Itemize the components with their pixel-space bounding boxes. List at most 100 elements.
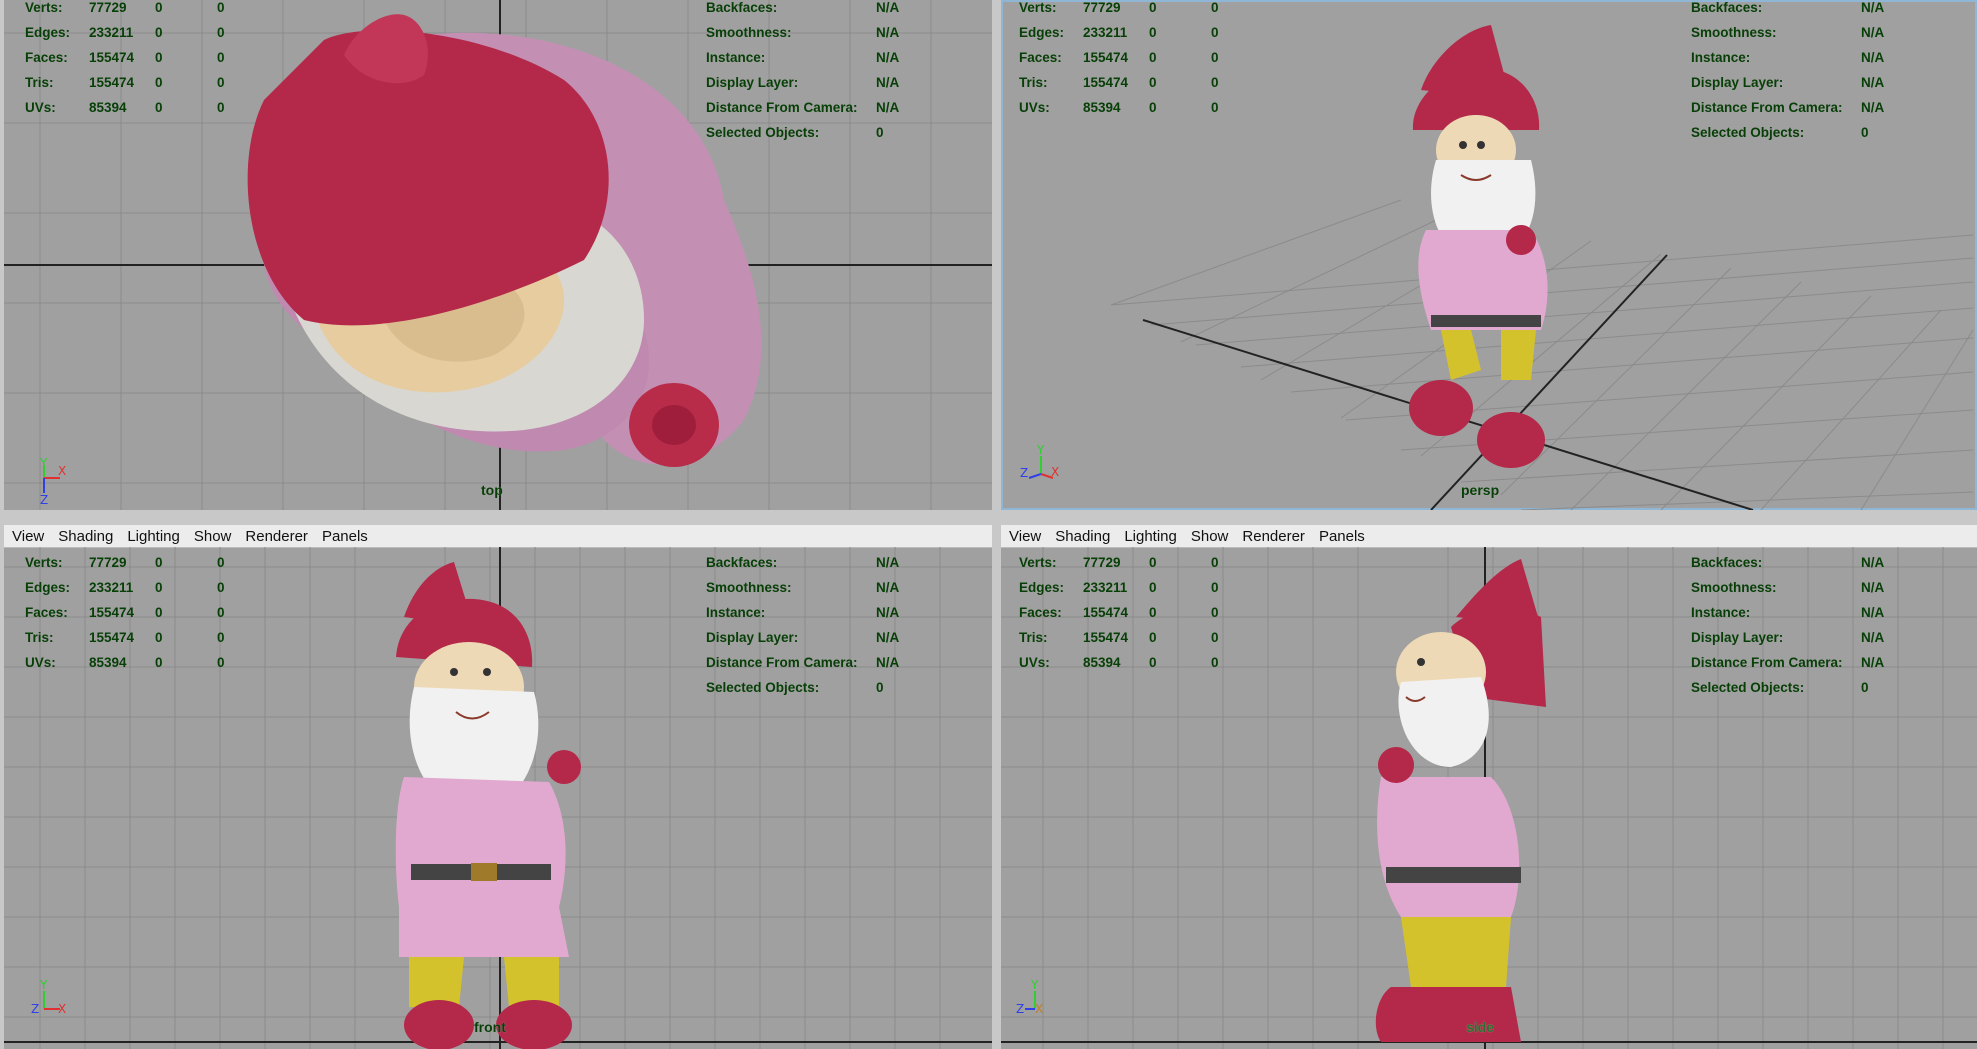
hud-stat-value: 85394 xyxy=(1083,655,1121,670)
hud-info-value: N/A xyxy=(1861,100,1885,115)
hud-info-row: Backfaces: N/A xyxy=(706,0,966,20)
viewport-top[interactable]: top Y X Z Verts: 77729 0 0 Edges: 233211 0 0 Fac… xyxy=(4,0,992,510)
hud-info-label: Distance From Camera: xyxy=(1691,655,1843,670)
hud-info-row: Distance From Camera: N/A xyxy=(706,95,966,120)
viewport-side[interactable]: View Shading Lighting Show Renderer Pane… xyxy=(1001,525,1977,1049)
hud-stat-value: 233211 xyxy=(1083,25,1128,40)
hud-info-label: Selected Objects: xyxy=(1691,680,1805,695)
menu-panels[interactable]: Panels xyxy=(322,528,368,545)
hud-stat-row: Edges: 233211 0 0 xyxy=(1019,20,1279,45)
menu-lighting[interactable]: Lighting xyxy=(1124,528,1177,545)
hud-stat-selected: 0 xyxy=(155,25,163,40)
menu-renderer[interactable]: Renderer xyxy=(245,528,308,545)
hud-stat-label: Tris: xyxy=(25,630,54,645)
hud-stat-component: 0 xyxy=(217,0,225,15)
hud-info-label: Smoothness: xyxy=(706,580,792,595)
hud-stat-row: Verts: 77729 0 0 xyxy=(1019,550,1279,575)
hud-stat-label: Edges: xyxy=(25,580,71,595)
hud-stat-value: 155474 xyxy=(89,605,135,620)
gnome-front-view xyxy=(395,562,581,1049)
hud-stat-selected: 0 xyxy=(1149,555,1157,570)
hud-info-label: Display Layer: xyxy=(1691,75,1784,90)
hud-stat-component: 0 xyxy=(217,555,225,570)
perspective-grid xyxy=(1110,199,1974,510)
hud-stat-component: 0 xyxy=(1211,605,1219,620)
hud-info-label: Backfaces: xyxy=(706,555,778,570)
hud-stat-value: 77729 xyxy=(89,555,127,570)
hud-info-value: 0 xyxy=(876,125,884,140)
hud-stat-selected: 0 xyxy=(1149,75,1157,90)
hud-stat-value: 233211 xyxy=(89,25,134,40)
hud-info-value: N/A xyxy=(876,25,900,40)
hud-info-value: N/A xyxy=(1861,0,1885,15)
hud-info-value: N/A xyxy=(876,0,900,15)
hud-stat-label: Faces: xyxy=(1019,50,1062,65)
svg-text:X: X xyxy=(1035,1002,1043,1016)
hud-info-value: N/A xyxy=(1861,50,1885,65)
axis-indicator-icon: Y Z X xyxy=(1016,978,1043,1016)
hud-info-value: N/A xyxy=(876,605,900,620)
hud-info-value: N/A xyxy=(1861,630,1885,645)
gnome-top-view xyxy=(247,14,762,467)
hud-stat-selected: 0 xyxy=(155,100,163,115)
menu-view[interactable]: View xyxy=(12,528,44,545)
hud-stat-component: 0 xyxy=(1211,630,1219,645)
hud-info-value: N/A xyxy=(1861,605,1885,620)
hud-stat-value: 85394 xyxy=(89,100,127,115)
menu-shading[interactable]: Shading xyxy=(1055,528,1110,545)
hud-stat-row: Faces: 155474 0 0 xyxy=(1019,45,1279,70)
viewport-persp[interactable]: persp Y Z X Verts: 77729 0 0 Edges: 233211 0 0 F… xyxy=(1001,0,1977,510)
hud-info-label: Backfaces: xyxy=(706,0,778,15)
hud-stat-row: Tris: 155474 0 0 xyxy=(1019,70,1279,95)
object-info-hud: Backfaces: N/A Smoothness: N/A Instance: N/A D… xyxy=(1691,550,1951,700)
menu-lighting[interactable]: Lighting xyxy=(127,528,180,545)
hud-info-value: N/A xyxy=(1861,555,1885,570)
hud-stat-component: 0 xyxy=(1211,75,1219,90)
menu-renderer[interactable]: Renderer xyxy=(1242,528,1305,545)
menu-shading[interactable]: Shading xyxy=(58,528,113,545)
hud-stat-selected: 0 xyxy=(155,555,163,570)
hud-stat-row: Verts: 77729 0 0 xyxy=(1019,0,1279,20)
hud-stat-component: 0 xyxy=(217,50,225,65)
svg-text:Y: Y xyxy=(1036,443,1045,457)
hud-info-label: Selected Objects: xyxy=(706,680,820,695)
hud-stat-component: 0 xyxy=(1211,100,1219,115)
svg-text:Y: Y xyxy=(39,456,48,470)
hud-stat-row: Verts: 77729 0 0 xyxy=(25,0,285,20)
hud-info-row: Instance: N/A xyxy=(1691,600,1951,625)
poly-count-hud: Verts: 77729 0 0 Edges: 233211 0 0 Faces: 155474 0… xyxy=(25,0,285,120)
poly-count-hud: Verts: 77729 0 0 Edges: 233211 0 0 Faces: 155474 0… xyxy=(1019,550,1279,675)
hud-stat-label: Faces: xyxy=(1019,605,1062,620)
viewport-label-side: side xyxy=(1466,1019,1495,1035)
hud-stat-row: Tris: 155474 0 0 xyxy=(1019,625,1279,650)
hud-stat-component: 0 xyxy=(1211,50,1219,65)
svg-text:Z: Z xyxy=(1020,466,1028,480)
hud-info-row: Backfaces: N/A xyxy=(1691,0,1951,20)
hud-info-value: N/A xyxy=(876,50,900,65)
viewport-front[interactable]: View Shading Lighting Show Renderer Pane… xyxy=(4,525,992,1049)
hud-stat-value: 77729 xyxy=(89,0,127,15)
hud-stat-component: 0 xyxy=(217,25,225,40)
hud-info-value: N/A xyxy=(1861,655,1885,670)
hud-stat-value: 155474 xyxy=(1083,50,1129,65)
hud-info-row: Backfaces: N/A xyxy=(706,550,966,575)
gnome-persp-view xyxy=(1409,25,1548,468)
hud-stat-row: UVs: 85394 0 0 xyxy=(1019,95,1279,120)
hud-stat-selected: 0 xyxy=(1149,0,1157,15)
hud-info-label: Backfaces: xyxy=(1691,0,1763,15)
hud-stat-component: 0 xyxy=(1211,25,1219,40)
viewport-label-persp: persp xyxy=(1461,482,1500,498)
hud-stat-label: Verts: xyxy=(25,555,63,570)
hud-stat-label: Verts: xyxy=(1019,0,1057,15)
hud-info-label: Instance: xyxy=(706,605,766,620)
hud-info-row: Smoothness: N/A xyxy=(706,575,966,600)
menu-panels[interactable]: Panels xyxy=(1319,528,1365,545)
hud-info-value: N/A xyxy=(1861,75,1885,90)
menu-show[interactable]: Show xyxy=(194,528,232,545)
menu-show[interactable]: Show xyxy=(1191,528,1229,545)
hud-stat-row: UVs: 85394 0 0 xyxy=(25,650,285,675)
hud-stat-selected: 0 xyxy=(1149,630,1157,645)
menu-view[interactable]: View xyxy=(1009,528,1041,545)
gnome-side-view xyxy=(1375,559,1546,1042)
hud-stat-selected: 0 xyxy=(1149,655,1157,670)
